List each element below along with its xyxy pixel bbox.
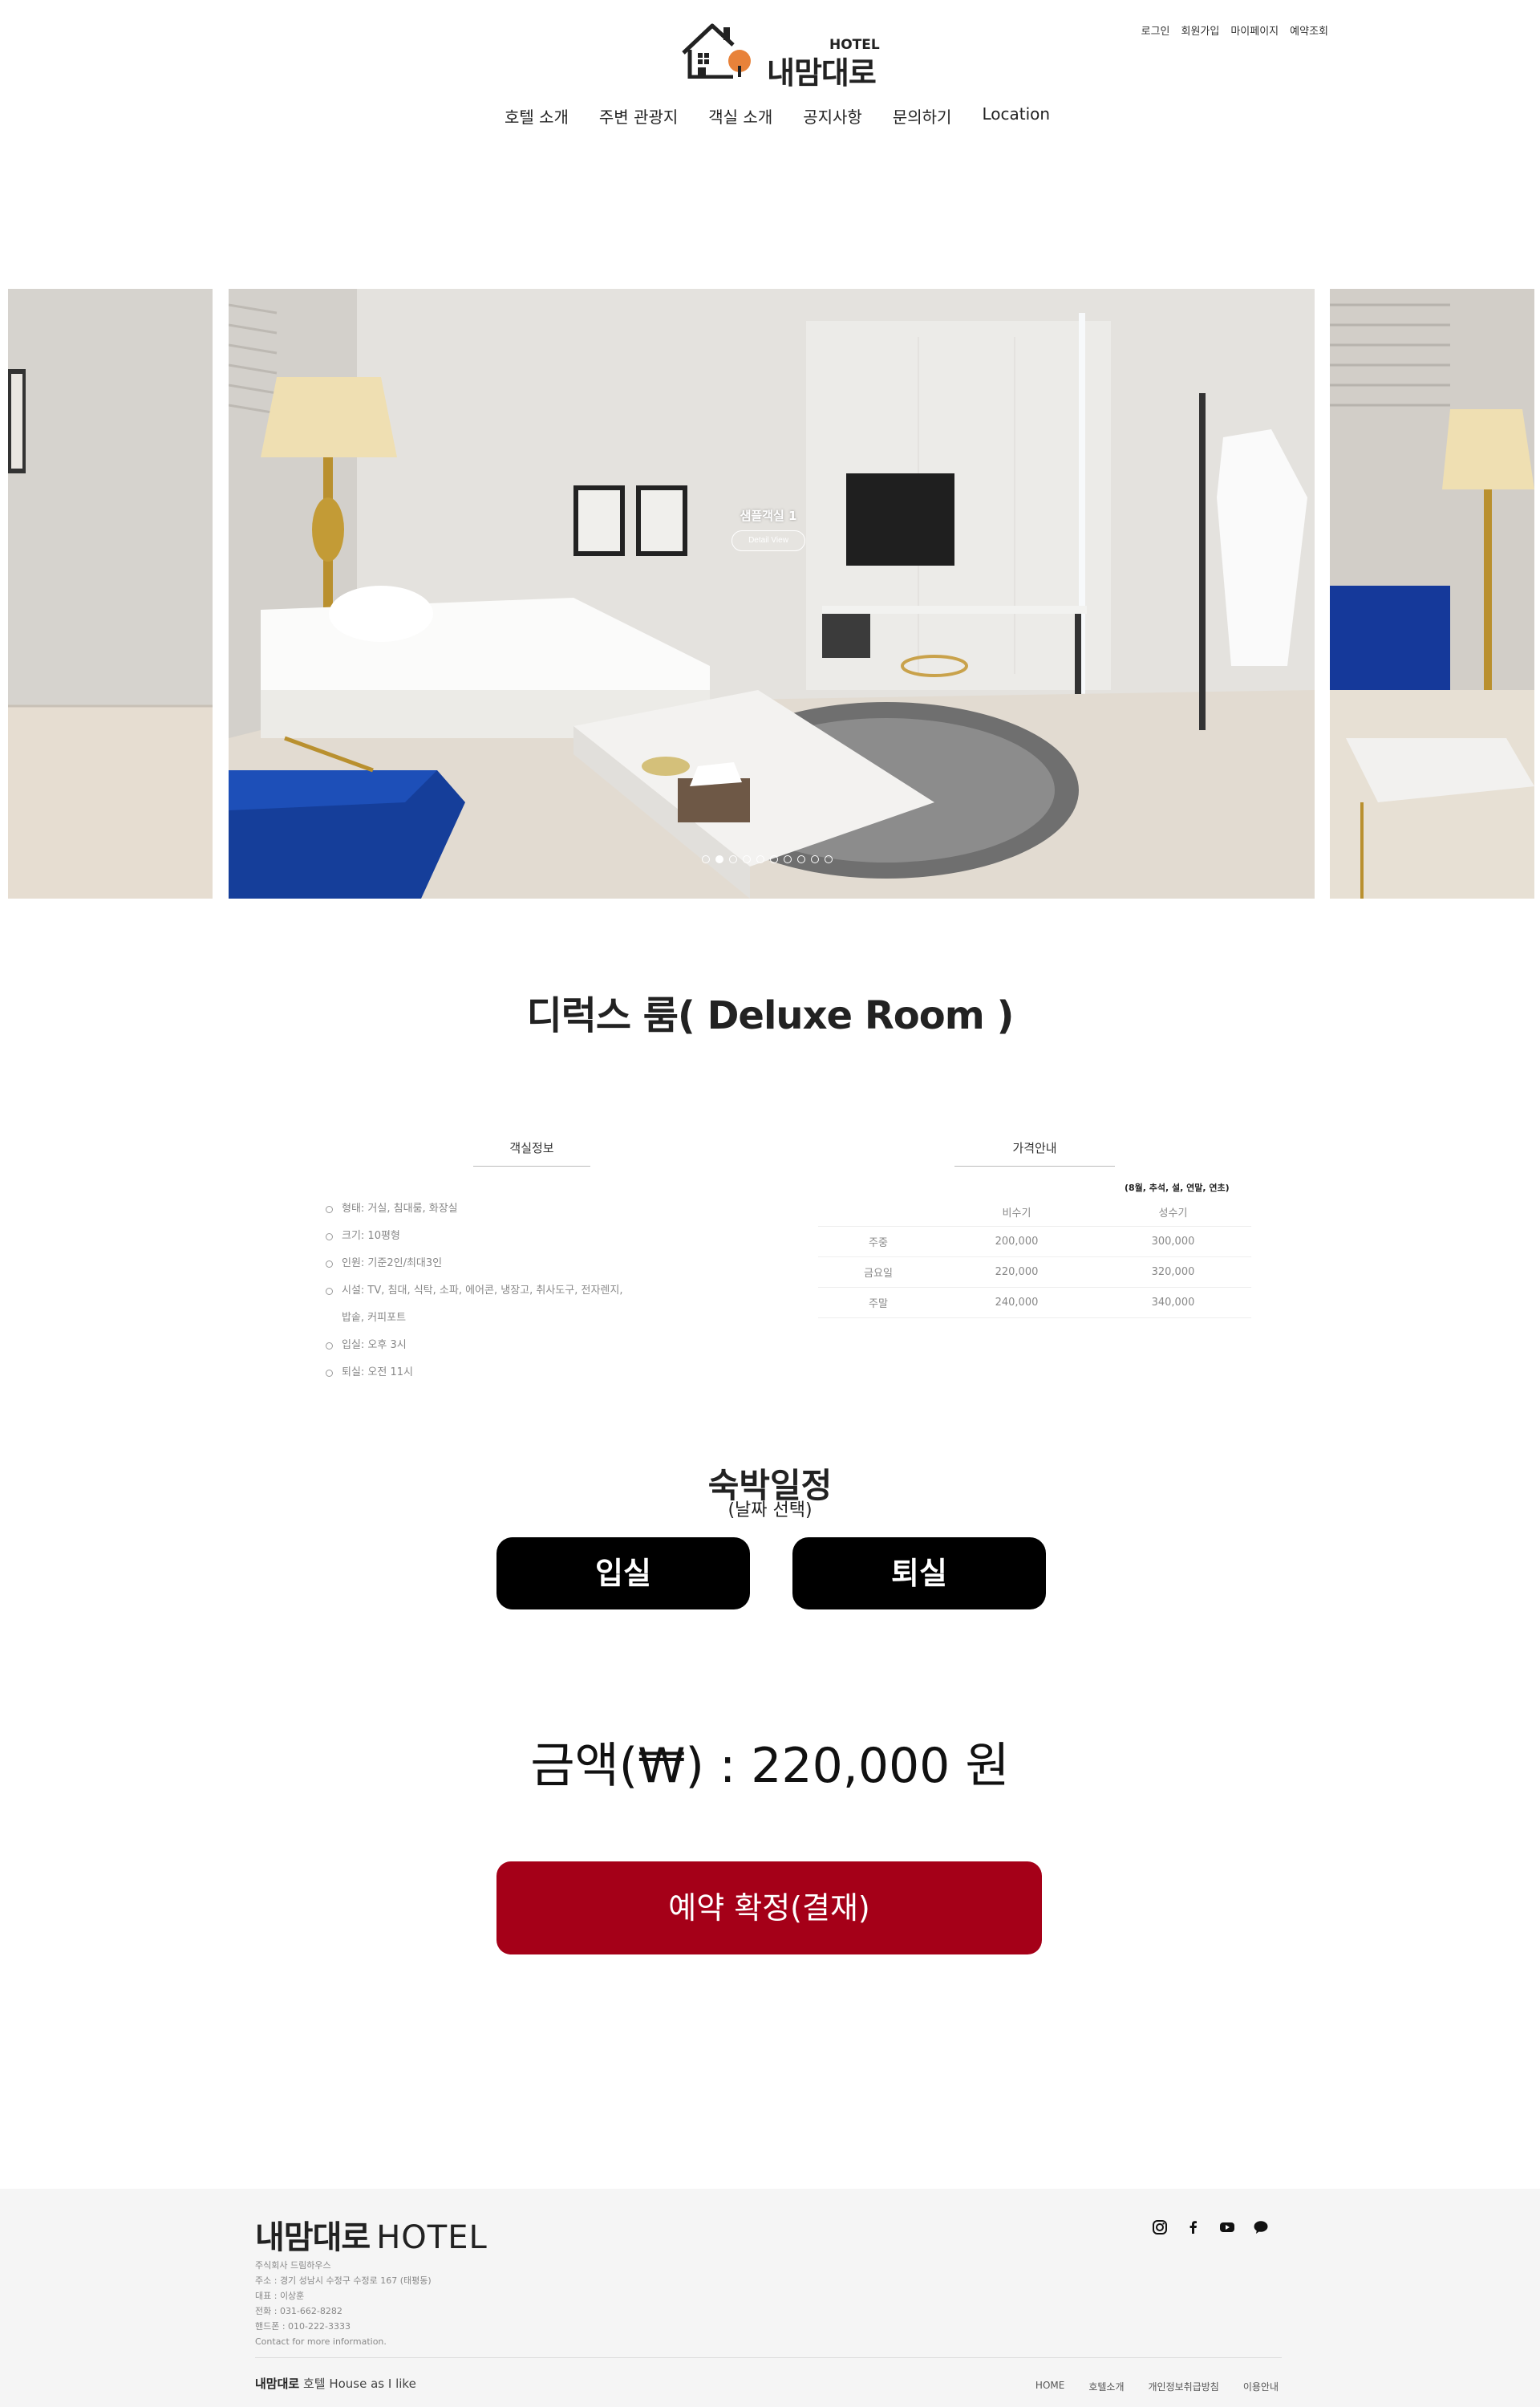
nav-notice[interactable]: 공지사항 [803,104,862,128]
slider-dot[interactable] [743,855,751,863]
nav-rooms[interactable]: 객실 소개 [708,104,772,128]
footer-copyright: 내맘대로 호텔 House as I like [255,2375,416,2392]
room-info-item: 시설: TV, 침대, 식탁, 소파, 에어콘, 냉장고, 취사도구, 전자렌지… [326,1277,626,1332]
price-info-section: 가격안내 (8월, 추석, 설, 연말, 연초) 비수기 성수기 주중 200,… [818,1139,1251,1318]
price-table-header: 비수기 성수기 [818,1199,1251,1227]
price-info-heading: 가격안내 [954,1139,1115,1167]
logo[interactable]: HOTEL 내맘대로 [680,21,880,91]
signup-link[interactable]: 회원가입 [1181,22,1220,38]
table-row: 주말 240,000 340,000 [818,1287,1251,1318]
mypage-link[interactable]: 마이페이지 [1230,22,1279,38]
slide-next[interactable] [1330,289,1534,899]
company-mobile: 핸드폰 : 010-222-3333 [255,2321,351,2332]
footer-logo[interactable]: 내맘대로 HOTEL [255,2211,488,2258]
checkout-date-button[interactable]: 퇴실 [792,1537,1046,1609]
footer-nav-home[interactable]: HOME [1035,2380,1064,2393]
slide-caption: 샘플객실 1 Detail View [722,507,815,551]
slider-pagination [702,855,833,863]
slider-dot[interactable] [729,855,737,863]
facebook-icon[interactable] [1185,2219,1202,2235]
room-photo-next [1330,289,1534,899]
price-cell: 240,000 [938,1287,1095,1318]
slide-previous[interactable] [8,289,213,899]
login-link[interactable]: 로그인 [1141,22,1170,38]
room-photo-current [229,289,1315,899]
price-cell: 340,000 [1095,1287,1251,1318]
company-name: 주식회사 드림하우스 [255,2260,331,2271]
room-info-section: 객실정보 형태: 거실, 침대룸, 화장실 크기: 10평형 인원: 기준2인/… [289,1139,626,1386]
company-phone: 전화 : 031-662-8282 [255,2306,342,2316]
nav-attractions[interactable]: 주변 관광지 [599,104,678,128]
price-cell: 300,000 [1095,1226,1251,1257]
footer-logo-kr: 내맘대로 [255,2219,371,2256]
room-info-item: 입실: 오후 3시 [326,1332,626,1359]
room-title: 디럭스 룸( Deluxe Room ) [526,993,1015,1038]
price-cell: 320,000 [1095,1256,1251,1288]
main-nav: 호텔 소개 주변 관광지 객실 소개 공지사항 문의하기 Location [0,104,1540,128]
sns-links [1152,2219,1269,2235]
table-row: 주중 200,000 300,000 [818,1226,1251,1257]
footer-divider [255,2357,1282,2358]
site-footer: 내맘대로 HOTEL 주식회사 드림하우스 주소 : 경기 성남시 수정구 수정… [0,2189,1540,2407]
slider-dot[interactable] [784,855,792,863]
price-day-label: 주말 [818,1287,938,1318]
youtube-icon[interactable] [1219,2219,1235,2235]
footer-copy-text: 호텔 House as I like [299,2377,416,2391]
reservation-lookup-link[interactable]: 예약조회 [1290,22,1328,38]
footer-nav-terms[interactable]: 이용안내 [1243,2380,1279,2393]
price-cell: 200,000 [938,1226,1095,1257]
company-ceo: 대표 : 이상훈 [255,2291,305,2301]
table-row: 금요일 220,000 320,000 [818,1256,1251,1288]
site-header: HOTEL 내맘대로 로그인 회원가입 마이페이지 예약조회 호텔 소개 주변 … [0,0,1540,144]
instagram-icon[interactable] [1152,2219,1168,2235]
nav-hotel-intro[interactable]: 호텔 소개 [505,104,569,128]
slide-current[interactable]: 샘플객실 1 Detail View [229,289,1315,899]
confirm-payment-button[interactable]: 예약 확정(결재) [496,1861,1042,1954]
slider-dot[interactable] [702,855,710,863]
room-info-item: 퇴실: 오전 11시 [326,1359,626,1386]
room-info-heading: 객실정보 [473,1139,590,1167]
price-col-peak-season: 성수기 [1095,1199,1251,1227]
house-logo-icon [682,23,751,79]
slider-dot[interactable] [811,855,819,863]
booking-subtitle: (날짜 선택) [727,1500,813,1520]
footer-nav: HOME 호텔소개 개인정보취급방침 이용안내 [1035,2380,1279,2393]
kakaotalk-icon[interactable] [1253,2219,1269,2235]
price-day-label: 금요일 [818,1256,938,1288]
slide-caption-title: 샘플객실 1 [740,509,797,523]
company-address: 주소 : 경기 성남시 수정구 수정로 167 (태평동) [255,2275,432,2286]
footer-copy-brand: 내맘대로 [255,2377,300,2391]
price-table: 비수기 성수기 주중 200,000 300,000 금요일 220,000 3… [818,1199,1251,1318]
nav-inquiry[interactable]: 문의하기 [893,104,952,128]
slider-dot-active[interactable] [715,855,723,863]
slider-dot[interactable] [825,855,833,863]
room-photo-slider[interactable]: 샘플객실 1 Detail View [0,289,1540,899]
detail-view-button[interactable]: Detail View [732,530,805,551]
room-info-item: 인원: 기준2인/최대3인 [326,1250,626,1277]
total-price: 금액(₩) : 220,000 원 [530,1738,1010,1794]
slider-dot[interactable] [797,855,805,863]
peak-season-note: (8월, 추석, 설, 연말, 연초) [1125,1183,1230,1193]
price-cell: 220,000 [938,1256,1095,1288]
slider-dot[interactable] [770,855,778,863]
company-contact-note: Contact for more information. [255,2336,387,2347]
footer-logo-en: HOTEL [376,2219,488,2256]
room-info-item: 크기: 10평형 [326,1223,626,1250]
logo-text: 내맘대로 [767,55,877,91]
slider-dot[interactable] [756,855,764,863]
footer-nav-privacy[interactable]: 개인정보취급방침 [1149,2380,1219,2393]
room-info-list: 형태: 거실, 침대룸, 화장실 크기: 10평형 인원: 기준2인/최대3인 … [326,1195,626,1386]
price-day-label: 주중 [818,1226,938,1257]
room-photo-previous [8,289,213,899]
checkin-date-button[interactable]: 입실 [496,1537,750,1609]
price-col-off-season: 비수기 [938,1199,1095,1227]
company-info: 주식회사 드림하우스 주소 : 경기 성남시 수정구 수정로 167 (태평동)… [255,2258,432,2349]
footer-nav-hotel-intro[interactable]: 호텔소개 [1088,2380,1124,2393]
room-info-item: 형태: 거실, 침대룸, 화장실 [326,1195,626,1223]
utility-menu: 로그인 회원가입 마이페이지 예약조회 [1141,22,1328,38]
price-col-blank [818,1199,938,1227]
nav-location[interactable]: Location [982,104,1050,128]
